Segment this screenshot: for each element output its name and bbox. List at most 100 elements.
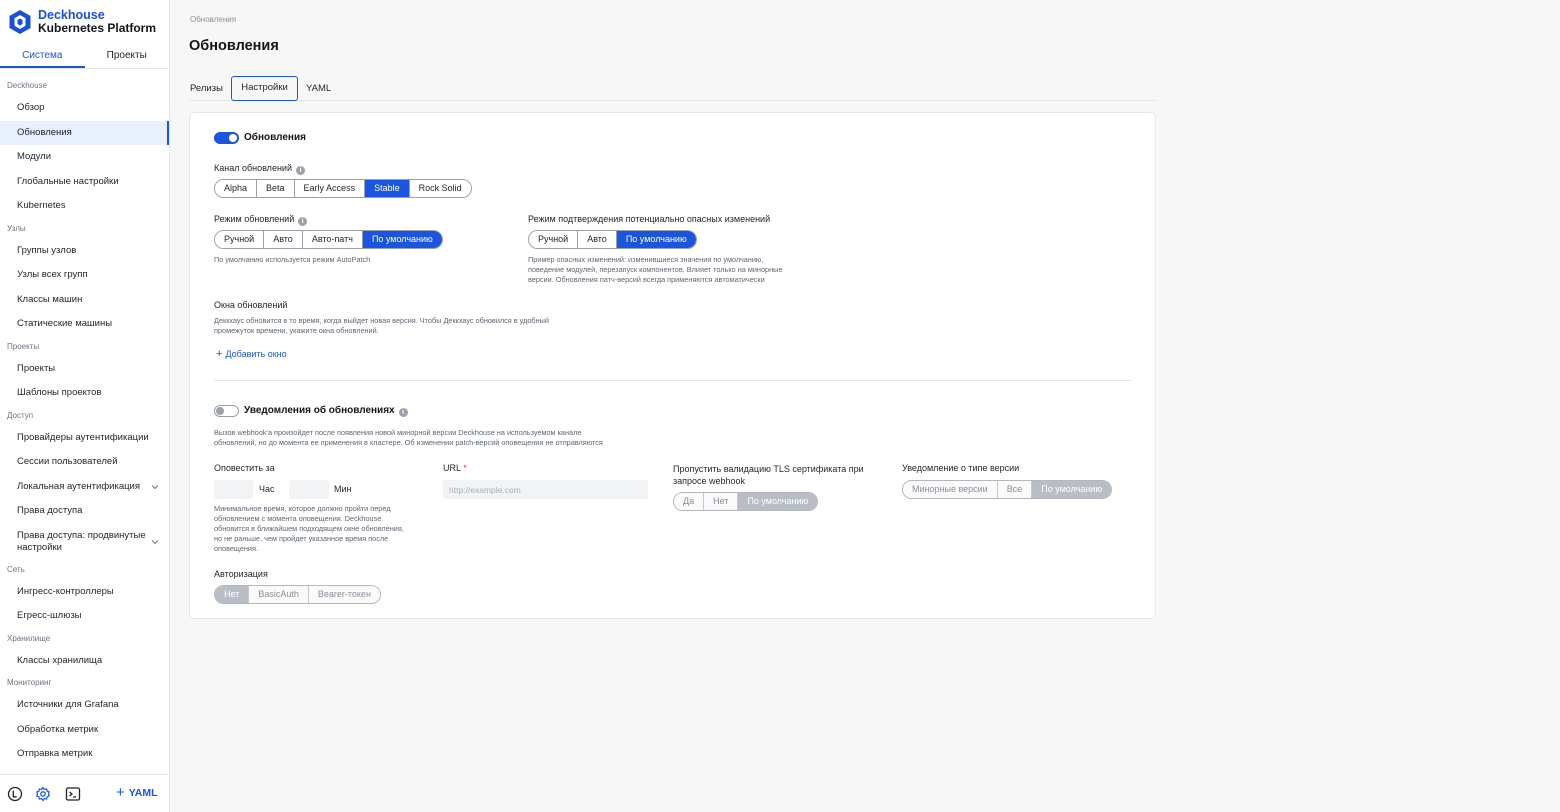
settings-icon[interactable]	[35, 786, 51, 802]
disruption-hint-line: поведение модулей, перезапуск компоненто…	[528, 265, 783, 274]
sidebar-nav: Deckhouse Обзор Обновления Модули Глобальные…	[0, 76, 169, 773]
hours-unit: Час	[259, 484, 275, 494]
segment-option[interactable]: По умолчанию	[1031, 481, 1112, 498]
tab-yaml[interactable]: YAML	[306, 76, 331, 101]
segment-option[interactable]: Авто-патч	[301, 231, 362, 248]
required-mark: *	[463, 463, 467, 473]
sidebar-item-label: Обновления	[17, 126, 72, 138]
segment-option[interactable]: По умолчанию	[737, 493, 818, 510]
sidebar-item-label: Права доступа	[17, 505, 83, 516]
webhook-url-input[interactable]	[443, 480, 648, 499]
sidebar-item[interactable]: Провайдеры аутентификации	[0, 426, 169, 451]
sidebar-item[interactable]: Классы хранилища	[0, 649, 169, 674]
sidebar-item[interactable]: Отправка метрик	[0, 742, 169, 767]
add-yaml-label: YAML	[128, 787, 158, 799]
notifications-hint: Вызов webhook'а произойдет после появлен…	[214, 428, 603, 448]
sidebar-item-label: Статические машины	[17, 318, 113, 329]
breadcrumb[interactable]: Обновления	[190, 15, 236, 24]
sidebar-item[interactable]: Обзор	[0, 96, 169, 121]
segment-option[interactable]: По умолчанию	[361, 231, 442, 248]
add-window-button[interactable]: + Добавить окно	[216, 348, 287, 360]
sidebar-item[interactable]: Шаблоны проектов	[0, 381, 169, 406]
sidebar-item[interactable]: Статические машины	[0, 312, 169, 337]
notifications-title-text: Уведомления об обновлениях	[244, 405, 395, 416]
nav-section-title: Хранилище	[7, 633, 51, 643]
sidebar-item-label: Провайдеры аутентификации	[17, 431, 149, 443]
segment-option[interactable]: Rock Solid	[408, 180, 471, 197]
notify-hours-input[interactable]	[214, 480, 253, 499]
brand-line-2: Kubernetes Platform	[38, 21, 157, 35]
add-yaml-button[interactable]: + YAML	[116, 785, 158, 800]
sidebar-item[interactable]: Егресс-шлюзы	[0, 604, 169, 629]
segment-option[interactable]: Нет	[215, 586, 249, 603]
windows-hint-line: промежуток времени, укажите окна обновле…	[214, 326, 379, 335]
sidebar-tab-projects[interactable]: Проекты	[85, 44, 170, 68]
notify-before-hint-line: обновлением с момента оповещения. Deckho…	[214, 514, 382, 523]
sidebar-item[interactable]: Обновления	[0, 120, 169, 145]
sidebar-tabs: Система Проекты	[0, 44, 169, 69]
terminal-icon[interactable]	[65, 786, 81, 802]
sidebar-item[interactable]: Обработка метрик	[0, 718, 169, 743]
sidebar-item[interactable]: Права доступа	[0, 499, 169, 524]
windows-hint-line: Деккхаус обновится в то время, когда вый…	[214, 316, 549, 325]
tls-label: Пропустить валидацию TLS сертификата при…	[673, 463, 864, 487]
segment-option[interactable]: Ручной	[529, 231, 578, 248]
mode-selector: Ручной Авто Авто-патч По умолчанию	[214, 230, 443, 249]
sidebar-item[interactable]: Модули	[0, 145, 169, 170]
logo[interactable]: Deckhouse Kubernetes Platform	[7, 8, 156, 36]
segment-option[interactable]: Нет	[703, 493, 738, 510]
segment-option[interactable]: Bearer-токен	[307, 586, 380, 603]
segment-option[interactable]: По умолчанию	[615, 231, 696, 248]
language-icon[interactable]	[7, 786, 23, 802]
windows-label: Окна обновлений	[214, 300, 288, 310]
segment-option[interactable]: Авто	[577, 231, 616, 248]
segment-option[interactable]: Alpha	[215, 180, 257, 197]
tls-selector: Да Нет По умолчанию	[673, 492, 819, 511]
sidebar-item[interactable]: Классы машин	[0, 288, 169, 313]
nav-section-title: Мониторинг	[7, 678, 52, 687]
segment-option[interactable]: Да	[674, 493, 704, 510]
notifications-toggle[interactable]	[214, 405, 239, 417]
info-icon[interactable]: i	[398, 408, 408, 417]
sidebar-item-label: Kubernetes	[17, 200, 66, 211]
segment-option[interactable]: Все	[996, 481, 1032, 498]
segment-option[interactable]: Авто	[263, 231, 302, 248]
sidebar-item-label: Ингресс-контроллеры	[17, 585, 114, 597]
channel-label-text: Канал обновлений	[214, 163, 292, 173]
segment-option[interactable]: Early Access	[293, 180, 365, 197]
sidebar-item[interactable]: Проекты	[0, 357, 169, 382]
updates-toggle[interactable]	[214, 132, 239, 144]
sidebar-item[interactable]: Глобальные настройки	[0, 170, 169, 195]
disruption-hint-line: Пример опасных изменений: изменившиеся з…	[528, 255, 764, 264]
sidebar-item-label: Группы узлов	[17, 244, 77, 256]
mode-label-text: Режим обновлений	[214, 214, 295, 224]
tab-settings[interactable]: Настройки	[231, 76, 298, 101]
sidebar-tab-system[interactable]: Система	[0, 44, 85, 68]
info-icon[interactable]: i	[295, 166, 305, 175]
sidebar-item[interactable]: Узлы всех групп	[0, 263, 169, 288]
sidebar: Deckhouse Kubernetes Platform Система Пр…	[0, 0, 170, 812]
deckhouse-logo-icon	[9, 10, 31, 34]
sidebar-item[interactable]: Ингресс-контроллеры	[0, 580, 169, 605]
segment-option[interactable]: Stable	[364, 180, 409, 197]
segment-option[interactable]: Минорные версии	[903, 481, 997, 498]
sidebar-item[interactable]: Сессии пользователей	[0, 450, 169, 475]
notifications-hint-line: обновлений, но до момента ее применения …	[214, 438, 603, 447]
segment-option[interactable]: Beta	[256, 180, 294, 197]
segment-option[interactable]: Ручной	[215, 231, 264, 248]
minutes-unit: Мин	[334, 484, 352, 494]
sidebar-item[interactable]: Источники для Grafana	[0, 693, 169, 718]
sidebar-item[interactable]: Локальная аутентификация	[0, 475, 169, 500]
tab-releases[interactable]: Релизы	[190, 76, 223, 101]
updates-title: Обновления	[244, 132, 306, 143]
sidebar-item-label: Классы машин	[17, 293, 83, 305]
sidebar-item[interactable]: Группы узлов	[0, 239, 169, 264]
notify-minutes-input[interactable]	[289, 480, 329, 499]
sidebar-item[interactable]: Права доступа: продвинутые настройки	[0, 524, 169, 560]
url-label: URL *	[443, 463, 467, 473]
info-icon[interactable]: i	[298, 217, 308, 226]
sidebar-item[interactable]: Kubernetes	[0, 194, 169, 219]
sidebar-item[interactable]: Дашборды для Grafana	[0, 767, 169, 774]
segment-option[interactable]: BasicAuth	[248, 586, 308, 603]
sidebar-item-label: Узлы всех групп	[17, 269, 88, 280]
